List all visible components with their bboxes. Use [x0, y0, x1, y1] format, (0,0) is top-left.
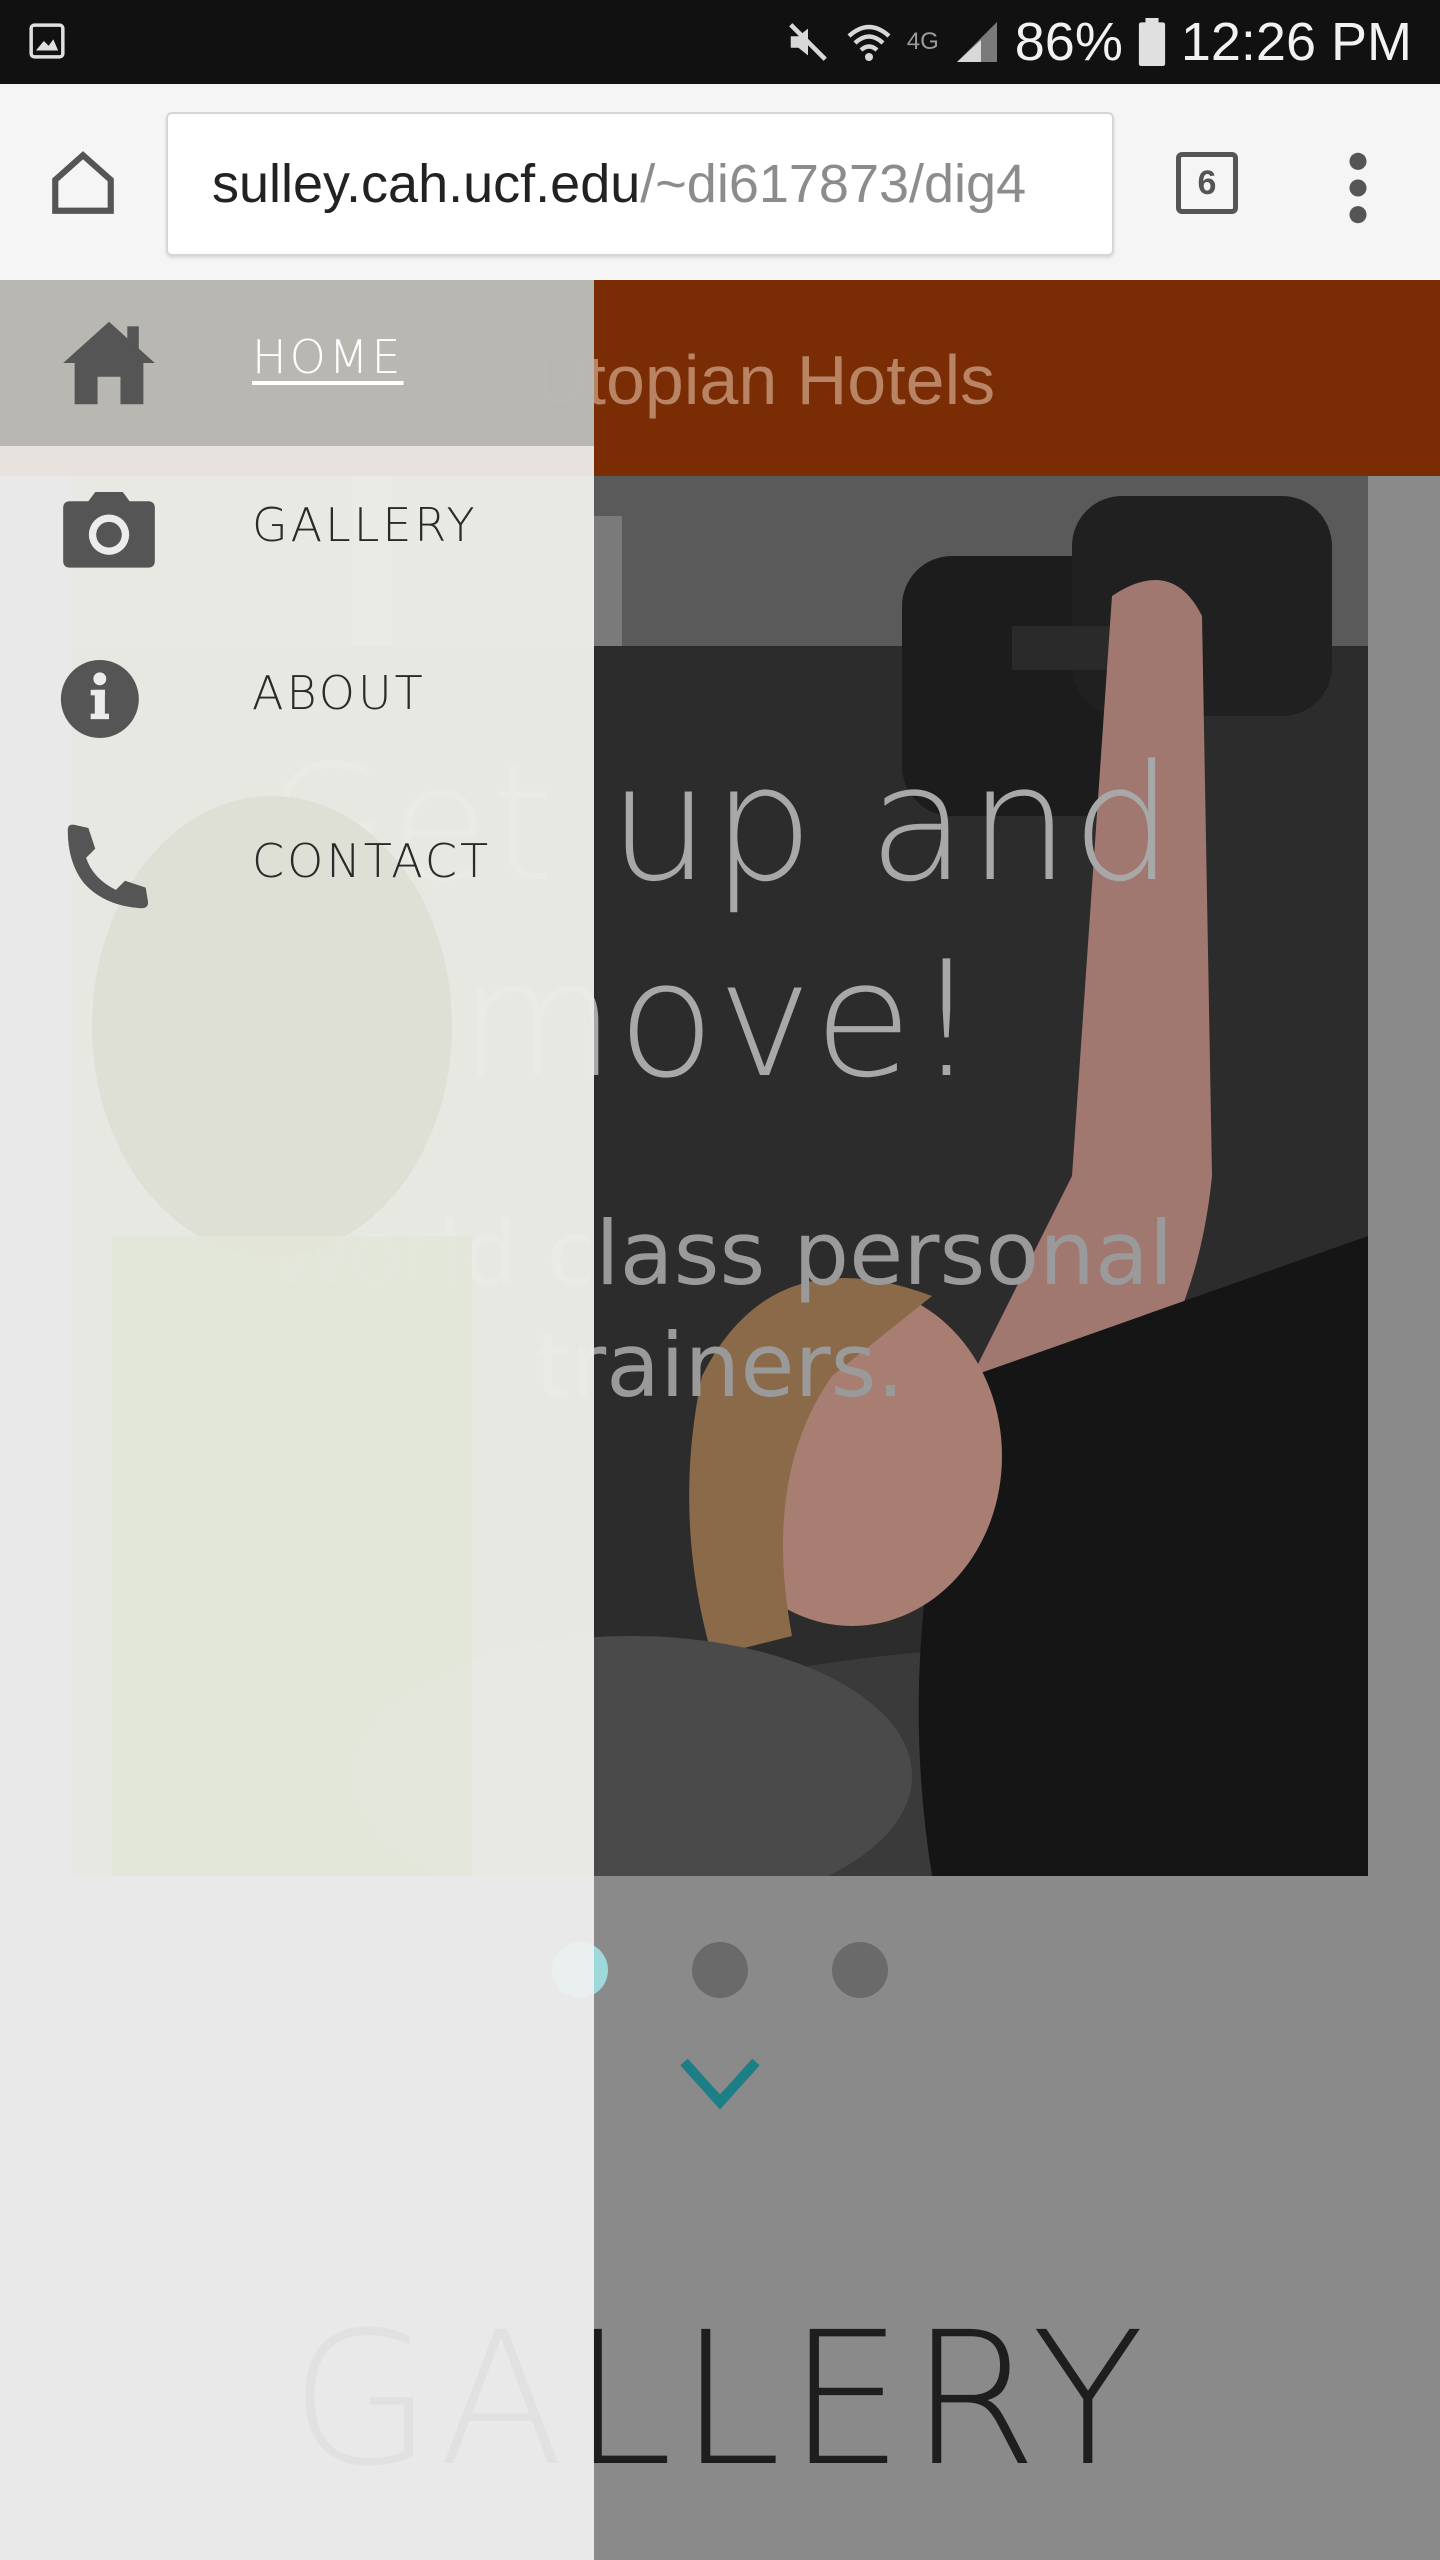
battery-percent: 86% — [1014, 12, 1123, 72]
chevron-down-icon[interactable] — [676, 2050, 764, 2116]
phone-icon — [67, 824, 149, 909]
signal-icon — [956, 22, 997, 62]
status-bar: 4G 86% 12:26 PM — [0, 0, 1440, 84]
overflow-menu-icon[interactable] — [1336, 148, 1380, 228]
clock: 12:26 PM — [1180, 12, 1412, 72]
drawer-item-home[interactable]: HOME — [0, 280, 594, 446]
drawer-item-label: ABOUT — [252, 666, 426, 720]
drawer-item-label: HOME — [252, 330, 404, 384]
drawer-item-contact[interactable]: CONTACT — [0, 784, 594, 950]
info-icon — [60, 660, 139, 738]
navigation-drawer: HOME GALLERY ABOUT CONTACT — [0, 280, 594, 2560]
drawer-item-label: CONTACT — [252, 834, 492, 888]
url-host: sulley.cah.ucf.edu — [212, 154, 641, 214]
slider-dot-3[interactable] — [832, 1942, 888, 1998]
site-title[interactable]: Utopian Hotels — [536, 320, 995, 440]
drawer-item-gallery[interactable]: GALLERY — [0, 448, 594, 614]
camera-icon — [63, 492, 155, 568]
network-type: 4G — [906, 28, 939, 55]
home-icon — [63, 321, 155, 405]
slider-dot-2[interactable] — [692, 1942, 748, 1998]
url-field[interactable]: sulley.cah.ucf.edu/~di617873/dig4 — [166, 112, 1114, 256]
wifi-icon — [847, 24, 891, 61]
browser-toolbar: sulley.cah.ucf.edu/~di617873/dig4 6 — [0, 84, 1440, 281]
battery-icon — [1138, 18, 1165, 66]
tab-switcher-button[interactable]: 6 — [1176, 152, 1238, 214]
mute-icon — [788, 23, 827, 61]
gallery-notification-icon — [29, 23, 65, 59]
browser-home-icon[interactable] — [46, 146, 120, 220]
drawer-item-about[interactable]: ABOUT — [0, 616, 594, 782]
url-path: /~di617873/dig4 — [640, 154, 1027, 214]
drawer-item-label: GALLERY — [252, 498, 478, 552]
